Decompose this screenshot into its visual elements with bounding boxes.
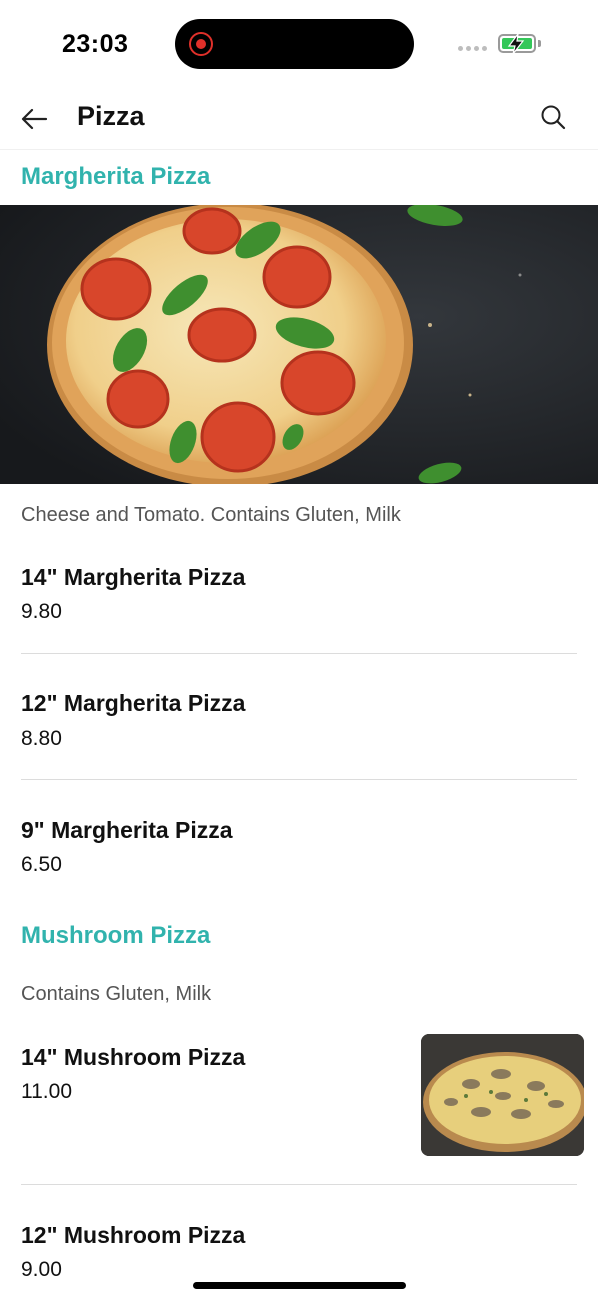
recording-indicator-icon bbox=[189, 32, 213, 56]
dynamic-island bbox=[175, 19, 414, 69]
status-time: 23:03 bbox=[62, 30, 129, 58]
search-icon bbox=[541, 105, 566, 130]
item-price: 11.00 bbox=[21, 1080, 72, 1103]
section-title-mushroom: Mushroom Pizza bbox=[21, 922, 211, 949]
item-price: 8.80 bbox=[21, 727, 62, 750]
item-name: 9" Margherita Pizza bbox=[21, 817, 233, 843]
margherita-pizza-image bbox=[0, 205, 598, 484]
app-header: Pizza bbox=[0, 90, 598, 150]
divider bbox=[21, 1184, 577, 1185]
item-price: 9.80 bbox=[21, 600, 62, 623]
item-name: 12" Mushroom Pizza bbox=[21, 1222, 246, 1248]
section-description-mushroom: Contains Gluten, Milk bbox=[21, 983, 212, 1005]
search-button[interactable] bbox=[538, 102, 568, 132]
item-price: 9.00 bbox=[21, 1258, 62, 1281]
mushroom-pizza-thumbnail bbox=[421, 1034, 584, 1156]
arrow-left-icon bbox=[21, 108, 48, 130]
item-price: 6.50 bbox=[21, 853, 62, 876]
item-name: 14" Mushroom Pizza bbox=[21, 1044, 246, 1070]
section-title-margherita: Margherita Pizza bbox=[21, 163, 211, 190]
signal-icon bbox=[458, 46, 487, 51]
item-name: 14" Margherita Pizza bbox=[21, 564, 246, 590]
divider bbox=[21, 779, 577, 780]
section-description-margherita: Cheese and Tomato. Contains Gluten, Milk bbox=[21, 504, 401, 526]
page-title: Pizza bbox=[77, 101, 145, 131]
item-name: 12" Margherita Pizza bbox=[21, 690, 246, 716]
home-indicator[interactable] bbox=[193, 1282, 406, 1289]
status-bar: 23:03 bbox=[0, 0, 598, 90]
divider bbox=[21, 653, 577, 654]
back-button[interactable] bbox=[18, 102, 52, 136]
charging-bolt-icon bbox=[507, 33, 525, 55]
